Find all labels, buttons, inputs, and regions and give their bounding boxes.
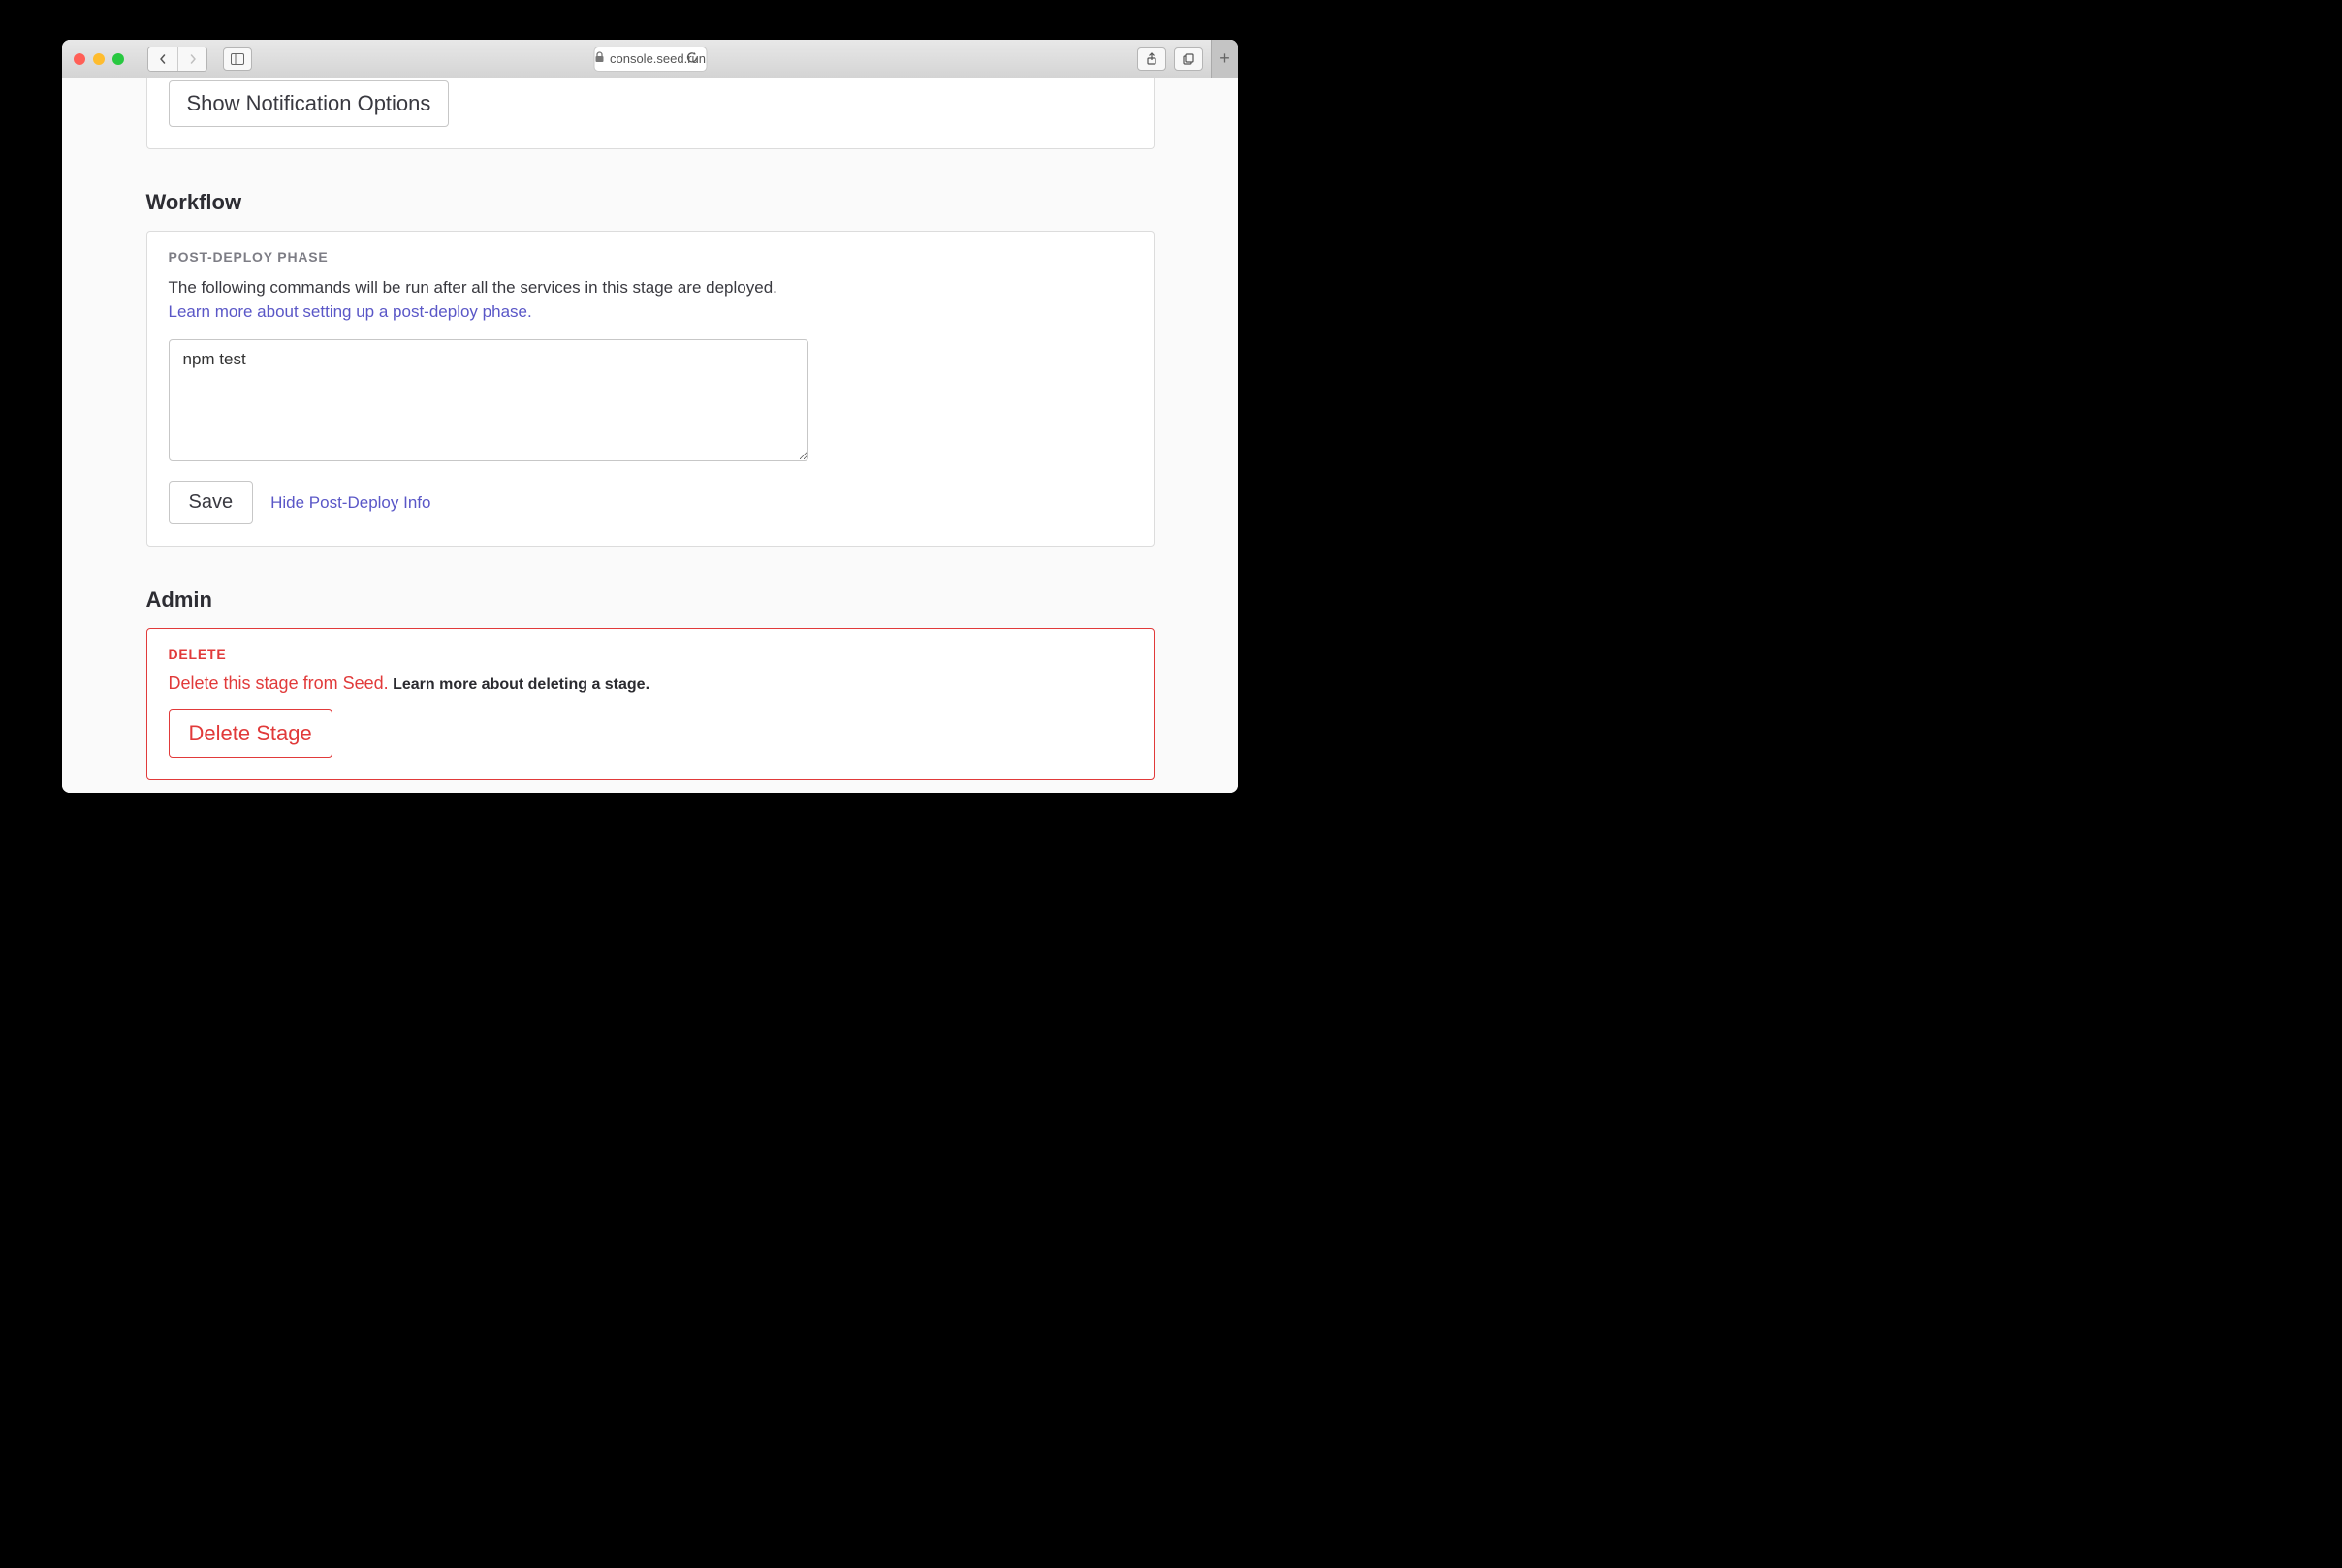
show-notification-options-button[interactable]: Show Notification Options	[169, 80, 450, 127]
admin-panel: DELETE Delete this stage from Seed. Lear…	[146, 628, 1155, 780]
sidebar-toggle-button[interactable]	[223, 47, 252, 71]
page-content: Show Notification Options Workflow POST-…	[62, 78, 1238, 793]
close-window-button[interactable]	[74, 53, 85, 65]
hide-post-deploy-link[interactable]: Hide Post-Deploy Info	[270, 493, 430, 513]
nav-buttons	[147, 47, 207, 72]
lock-icon	[594, 51, 604, 66]
post-deploy-commands-input[interactable]	[169, 339, 808, 461]
delete-description-text: Delete this stage from Seed.	[169, 674, 389, 693]
delete-stage-button[interactable]: Delete Stage	[169, 709, 332, 758]
traffic-lights	[74, 53, 124, 65]
reload-button[interactable]	[685, 51, 698, 67]
delete-description: Delete this stage from Seed. Learn more …	[169, 674, 1132, 694]
toolbar-right: +	[1137, 40, 1226, 78]
back-button[interactable]	[148, 47, 177, 71]
notifications-panel: Show Notification Options	[146, 78, 1155, 149]
workflow-heading: Workflow	[146, 190, 1155, 215]
post-deploy-actions: Save Hide Post-Deploy Info	[169, 481, 1132, 524]
delete-learn-more-link[interactable]: Learn more about deleting a stage.	[393, 676, 649, 693]
browser-window: console.seed.run + Show Notification Opt…	[62, 40, 1238, 793]
workflow-panel: POST-DEPLOY PHASE The following commands…	[146, 231, 1155, 547]
new-tab-button[interactable]: +	[1211, 40, 1238, 78]
save-button[interactable]: Save	[169, 481, 254, 524]
tabs-button[interactable]	[1174, 47, 1203, 71]
forward-button[interactable]	[177, 47, 206, 71]
admin-heading: Admin	[146, 587, 1155, 612]
minimize-window-button[interactable]	[93, 53, 105, 65]
maximize-window-button[interactable]	[112, 53, 124, 65]
post-deploy-description: The following commands will be run after…	[169, 276, 808, 324]
share-button[interactable]	[1137, 47, 1166, 71]
post-deploy-phase-label: POST-DEPLOY PHASE	[169, 249, 1132, 265]
address-bar[interactable]: console.seed.run	[593, 47, 707, 72]
delete-label: DELETE	[169, 646, 1132, 662]
post-deploy-learn-more-link[interactable]: Learn more about setting up a post-deplo…	[169, 302, 532, 321]
post-deploy-description-text: The following commands will be run after…	[169, 278, 777, 297]
titlebar: console.seed.run +	[62, 40, 1238, 78]
